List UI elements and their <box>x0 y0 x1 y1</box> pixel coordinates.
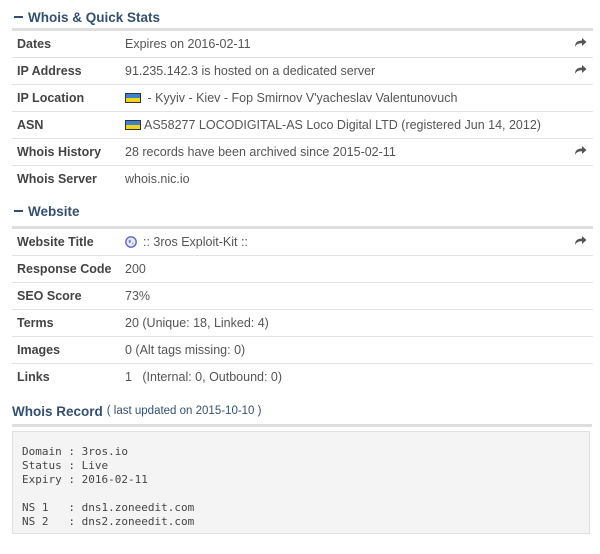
table-row-seo-score: SEO Score 73% <box>12 282 593 310</box>
table-row-response-code: Response Code 200 <box>12 255 593 283</box>
whois-record-title: Whois Record <box>12 403 103 419</box>
row-value: 20 (Unique: 18, Linked: 4) <box>125 309 567 337</box>
table-row-ip-address: IP Address 91.235.142.3 is hosted on a d… <box>12 57 593 85</box>
row-value: 91.235.142.3 is hosted on a dedicated se… <box>125 57 567 85</box>
row-label: SEO Score <box>12 282 125 310</box>
row-value: 0 (Alt tags missing: 0) <box>125 336 567 364</box>
ukraine-flag-icon <box>125 120 141 130</box>
website-table: Website Title :: 3ros Exploit-Kit :: Res… <box>12 226 593 390</box>
row-label: Images <box>12 336 125 364</box>
row-label: Website Title <box>12 227 125 256</box>
row-label: Links <box>17 370 50 384</box>
row-value: 1 (Internal: 0, Outbound: 0) <box>125 370 283 384</box>
table-row-ip-location: IP Location - Kyyiv - Kiev - Fop Smirnov… <box>12 84 593 112</box>
whois-line-domain: Domain : 3ros.io <box>22 445 128 458</box>
row-label: ASN <box>12 111 125 139</box>
table-row-images: Images 0 (Alt tags missing: 0) <box>12 336 593 364</box>
table-row-links: Links 1 (Internal: 0, Outbound: 0) <box>12 364 593 391</box>
table-row-terms: Terms 20 (Unique: 18, Linked: 4) <box>12 309 593 337</box>
globe-icon <box>125 236 137 248</box>
row-value: 200 <box>125 255 567 283</box>
share-icon[interactable] <box>574 37 587 48</box>
whois-line-status: Status : Live <box>22 459 109 472</box>
section-toggle-website[interactable]: Website <box>12 200 592 222</box>
section-toggle-whois-quick-stats[interactable]: Whois & Quick Stats <box>12 6 592 28</box>
whois-line-ns1: NS 1 : dns1.zoneedit.com <box>22 501 195 514</box>
collapse-icon <box>14 16 23 18</box>
collapse-icon <box>14 210 23 212</box>
row-label: Whois Server <box>17 172 97 186</box>
row-label: IP Address <box>12 57 125 85</box>
row-value: 73% <box>125 282 567 310</box>
table-row-whois-server: Whois Server whois.nic.io <box>12 166 593 193</box>
whois-stats-table: Dates Expires on 2016-02-11 IP Address 9… <box>12 28 593 192</box>
row-label: Dates <box>12 29 125 58</box>
table-row-website-title: Website Title :: 3ros Exploit-Kit :: <box>12 227 593 256</box>
section-title: Whois & Quick Stats <box>28 9 161 25</box>
row-label: Whois History <box>12 138 125 166</box>
row-value: AS58277 LOCODIGITAL-AS Loco Digital LTD … <box>144 118 541 132</box>
row-value: :: 3ros Exploit-Kit :: <box>143 235 248 249</box>
row-value: whois.nic.io <box>125 172 190 186</box>
whois-line-ns2: NS 2 : dns2.zoneedit.com <box>22 515 195 528</box>
share-icon[interactable] <box>574 145 587 156</box>
table-row-dates: Dates Expires on 2016-02-11 <box>12 29 593 58</box>
section-title: Website <box>28 203 80 219</box>
table-row-whois-history: Whois History 28 records have been archi… <box>12 138 593 166</box>
row-label: Terms <box>12 309 125 337</box>
divider <box>12 424 592 427</box>
whois-record-updated: ( last updated on 2015-10-10 ) <box>106 405 262 417</box>
whois-line-blank <box>22 487 580 501</box>
row-value: - Kyyiv - Kiev - Fop Smirnov V'yacheslav… <box>144 91 458 105</box>
whois-record-header: Whois Record ( last updated on 2015-10-1… <box>12 400 592 422</box>
row-value: 28 records have been archived since 2015… <box>125 138 567 166</box>
row-label: Response Code <box>12 255 125 283</box>
whois-line-expiry: Expiry : 2016-02-11 <box>22 473 148 486</box>
table-row-asn: ASN AS58277 LOCODIGITAL-AS Loco Digital … <box>12 111 593 139</box>
whois-record-text: Domain : 3ros.io Status : Live Expiry : 20… <box>12 431 590 534</box>
share-icon[interactable] <box>574 64 587 75</box>
row-value: Expires on 2016-02-11 <box>125 29 567 58</box>
row-label: IP Location <box>12 84 125 112</box>
share-icon[interactable] <box>574 235 587 246</box>
ukraine-flag-icon <box>125 93 141 103</box>
